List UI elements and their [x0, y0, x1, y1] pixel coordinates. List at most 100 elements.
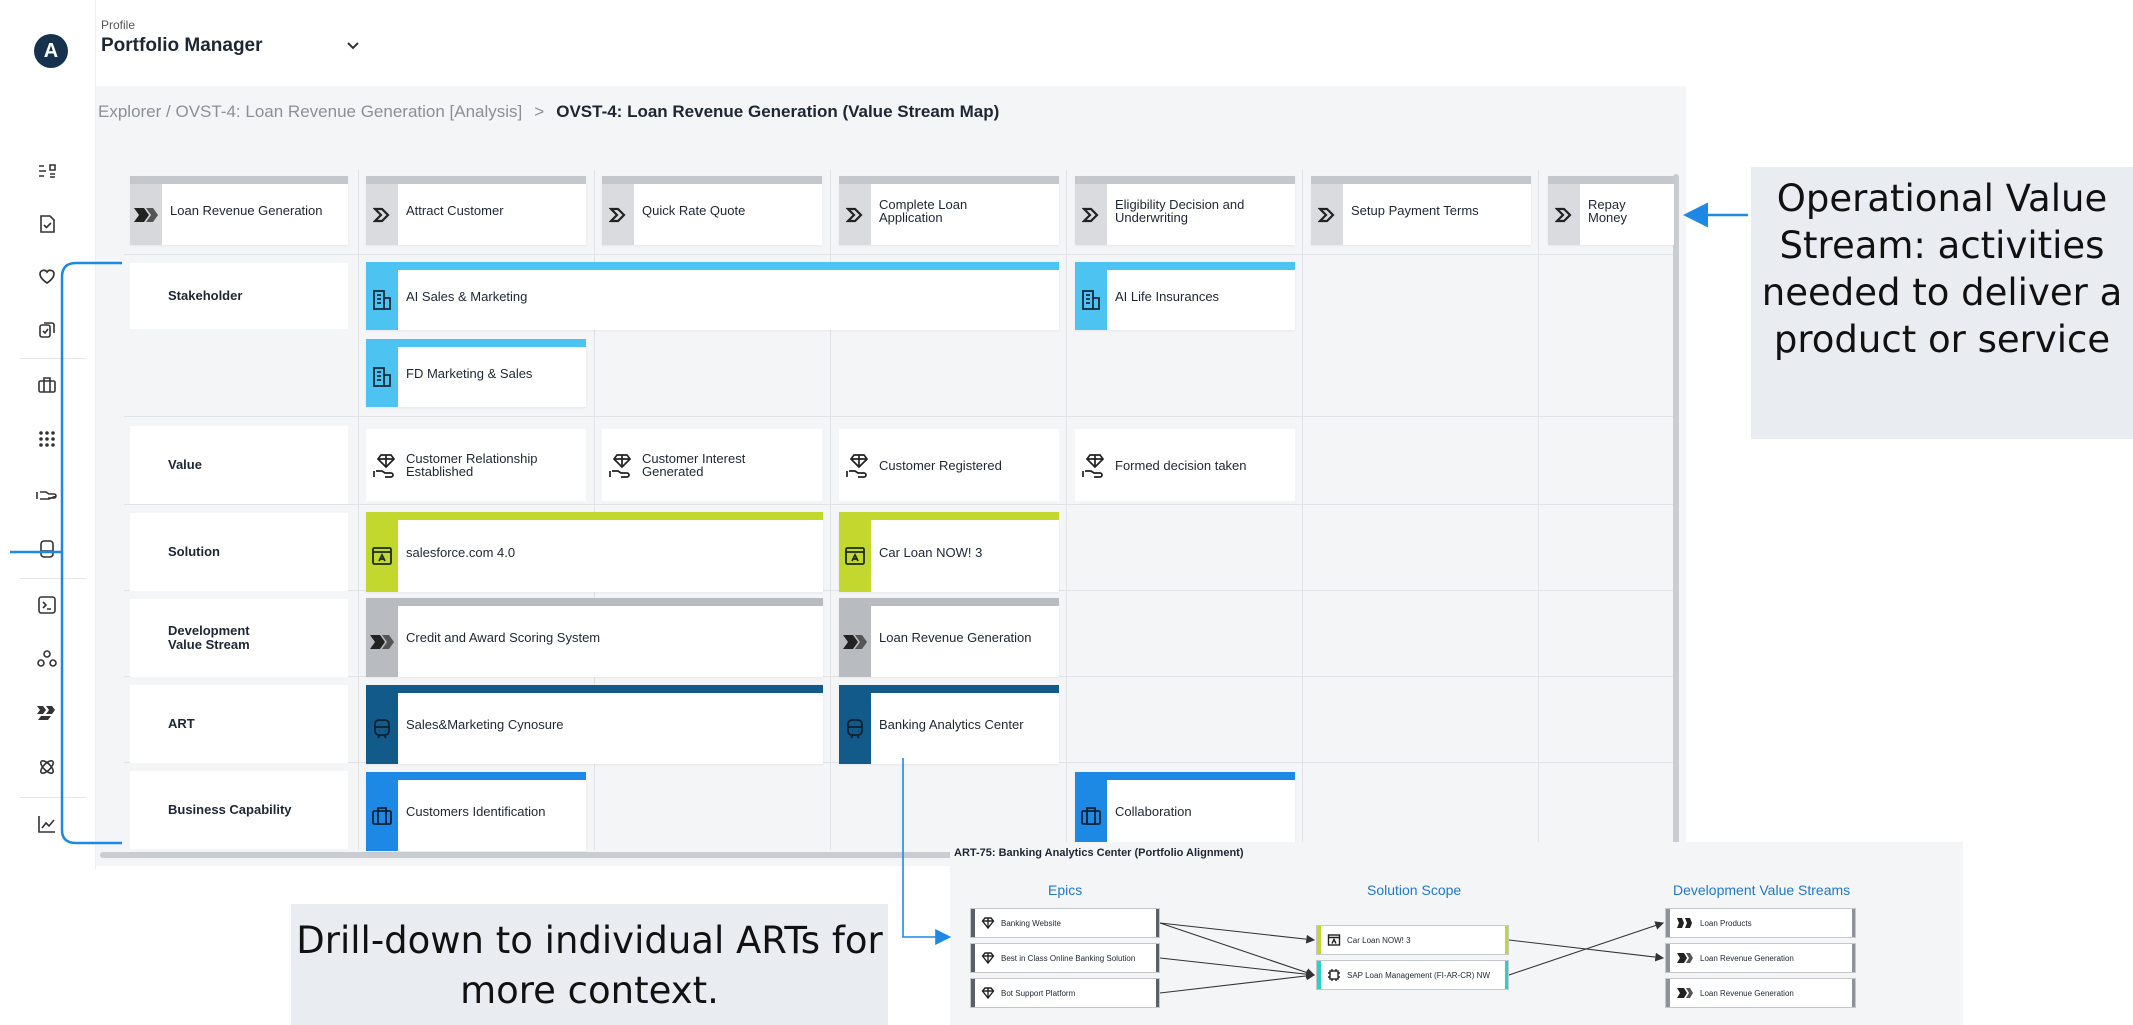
dev-value-stream-icon: [1677, 918, 1692, 928]
left-nav-rail: A: [0, 0, 96, 870]
value-label: Customer Interest Generated: [642, 451, 746, 479]
value-stream-icon: [1677, 988, 1693, 998]
value-hand-icon[interactable]: [33, 480, 61, 508]
capability-label: Customers Identification: [406, 804, 546, 819]
capability-card[interactable]: Collaboration: [1075, 772, 1295, 851]
step-label: Complete Loan Application: [879, 196, 968, 225]
heart-icon[interactable]: [33, 262, 61, 290]
dvs-card[interactable]: Loan Revenue Generation: [1665, 943, 1856, 973]
value-card[interactable]: Formed decision taken: [1075, 429, 1295, 501]
epic-diamond-icon: [981, 987, 995, 1000]
solution-app-icon: [1327, 934, 1341, 946]
step-icon: [1311, 184, 1343, 245]
avatar[interactable]: A: [34, 34, 68, 68]
dvs-label: Loan Revenue Generation: [1700, 953, 1794, 963]
breadcrumb-parent-link[interactable]: Explorer / OVST-4: Loan Revenue Generati…: [98, 102, 522, 121]
dvs-label: Loan Products: [1700, 918, 1752, 928]
art-card[interactable]: Banking Analytics Center: [839, 685, 1059, 764]
operational-value-stream-callout: Operational Value Stream: activities nee…: [1751, 167, 2133, 439]
dev-value-stream-icon[interactable]: [33, 699, 61, 727]
epic-card[interactable]: Bot Support Platform: [970, 978, 1160, 1008]
solution-card[interactable]: Car Loan NOW! 3: [839, 512, 1059, 592]
breadcrumb: Explorer / OVST-4: Loan Revenue Generati…: [98, 102, 999, 122]
epic-label: Bot Support Platform: [1001, 988, 1076, 998]
value-diamond-icon: [845, 451, 873, 479]
trend-chart-icon[interactable]: [33, 810, 61, 838]
step-card-complete-loan-application[interactable]: Complete Loan Application: [839, 176, 1059, 245]
solution-scope-label: Car Loan NOW! 3: [1347, 935, 1411, 945]
briefcase-icon[interactable]: [33, 371, 61, 399]
building-icon: [366, 270, 398, 330]
epic-card[interactable]: Banking Website: [970, 908, 1160, 938]
epic-diamond-icon: [981, 952, 995, 965]
solution-card[interactable]: salesforce.com 4.0: [366, 512, 823, 592]
solution-scope-card[interactable]: Car Loan NOW! 3: [1316, 925, 1509, 955]
step-label: Eligibility Decision and Underwriting: [1115, 196, 1245, 225]
step-label: Repay Money: [1588, 196, 1628, 225]
breadcrumb-current: OVST-4: Loan Revenue Generation (Value S…: [556, 102, 1000, 121]
value-card[interactable]: Customer Interest Generated: [602, 429, 822, 501]
development-value-stream-card[interactable]: Credit and Award Scoring System: [366, 598, 823, 677]
stakeholder-card[interactable]: AI Life Insurances: [1075, 262, 1295, 330]
document-check-icon[interactable]: [33, 210, 61, 238]
row-label-art: ART: [130, 685, 348, 763]
capability-label: Collaboration: [1115, 804, 1192, 819]
value-card[interactable]: Customer Relationship Established: [366, 429, 586, 501]
stakeholder-card[interactable]: AI Sales & Marketing: [366, 262, 1059, 330]
value-card[interactable]: Customer Registered: [839, 429, 1059, 501]
drill-down-callout: Drill-down to individual ARTs for more c…: [291, 904, 888, 1025]
cycle-people-icon[interactable]: [33, 645, 61, 673]
step-card-quick-rate-quote[interactable]: Quick Rate Quote: [602, 176, 822, 245]
step-label: Setup Payment Terms: [1351, 203, 1479, 218]
value-diamond-icon: [1081, 451, 1109, 479]
stakeholder-label: AI Sales & Marketing: [406, 288, 528, 304]
step-icon: [1075, 184, 1107, 245]
profile-select[interactable]: Portfolio Manager: [101, 35, 263, 57]
value-stream-icon: [366, 606, 398, 677]
building-icon: [1075, 270, 1107, 330]
stakeholder-label: AI Life Insurances: [1115, 288, 1220, 304]
step-card-eligibility-decision[interactable]: Eligibility Decision and Underwriting: [1075, 176, 1295, 245]
chevron-down-icon[interactable]: [343, 36, 363, 56]
terminal-icon[interactable]: [33, 591, 61, 619]
epic-diamond-icon: [981, 917, 995, 930]
step-label: Attract Customer: [406, 203, 504, 218]
value-label: Customer Registered: [879, 457, 1002, 473]
dvs-label: Loan Revenue Generation: [879, 630, 1032, 645]
solution-label: Car Loan NOW! 3: [879, 544, 983, 560]
dvs-label: Credit and Award Scoring System: [406, 630, 601, 645]
step-label: Loan Revenue Generation: [170, 203, 323, 218]
stakeholder-card[interactable]: FD Marketing & Sales: [366, 339, 586, 407]
apps-grid-icon[interactable]: [33, 425, 61, 453]
dashboard-icon[interactable]: [33, 157, 61, 185]
value-stream-header-card[interactable]: Loan Revenue Generation: [130, 176, 348, 245]
atom-icon[interactable]: [33, 753, 61, 781]
step-icon: [602, 184, 634, 245]
epic-card[interactable]: Best in Class Online Banking Solution: [970, 943, 1160, 973]
development-value-stream-card[interactable]: Loan Revenue Generation: [839, 598, 1059, 677]
dvs-card[interactable]: Loan Products: [1665, 908, 1856, 938]
value-stream-icon: [1677, 953, 1693, 963]
art-label: Banking Analytics Center: [879, 717, 1024, 732]
step-card-repay-money[interactable]: Repay Money: [1548, 176, 1674, 245]
solution-scope-card[interactable]: SAP Loan Management (FI-AR-CR) NW: [1316, 960, 1509, 990]
row-label-development-value-stream: Development Value Stream: [130, 599, 348, 677]
capability-card[interactable]: Customers Identification: [366, 772, 586, 851]
art-card[interactable]: Sales&Marketing Cynosure: [366, 685, 823, 764]
stakeholder-label: FD Marketing & Sales: [406, 365, 533, 381]
dvs-heading: Development Value Streams: [1673, 882, 1851, 898]
step-card-setup-payment-terms[interactable]: Setup Payment Terms: [1311, 176, 1531, 245]
solution-scope-heading: Solution Scope: [1367, 882, 1462, 898]
step-icon: [1548, 184, 1580, 245]
solution-scope-label: SAP Loan Management (FI-AR-CR) NW: [1347, 970, 1491, 980]
vertical-scrollbar[interactable]: [1673, 174, 1679, 844]
step-card-attract-customer[interactable]: Attract Customer: [366, 176, 586, 245]
briefcase-icon: [1075, 780, 1107, 851]
epic-label: Banking Website: [1001, 918, 1061, 928]
train-icon: [366, 693, 398, 764]
chip-icon: [1328, 969, 1340, 981]
layers-icon[interactable]: [33, 535, 61, 563]
dvs-card[interactable]: Loan Revenue Generation: [1665, 978, 1856, 1008]
portfolio-tasks-icon[interactable]: [33, 316, 61, 344]
value-label: Customer Relationship Established: [406, 451, 538, 479]
